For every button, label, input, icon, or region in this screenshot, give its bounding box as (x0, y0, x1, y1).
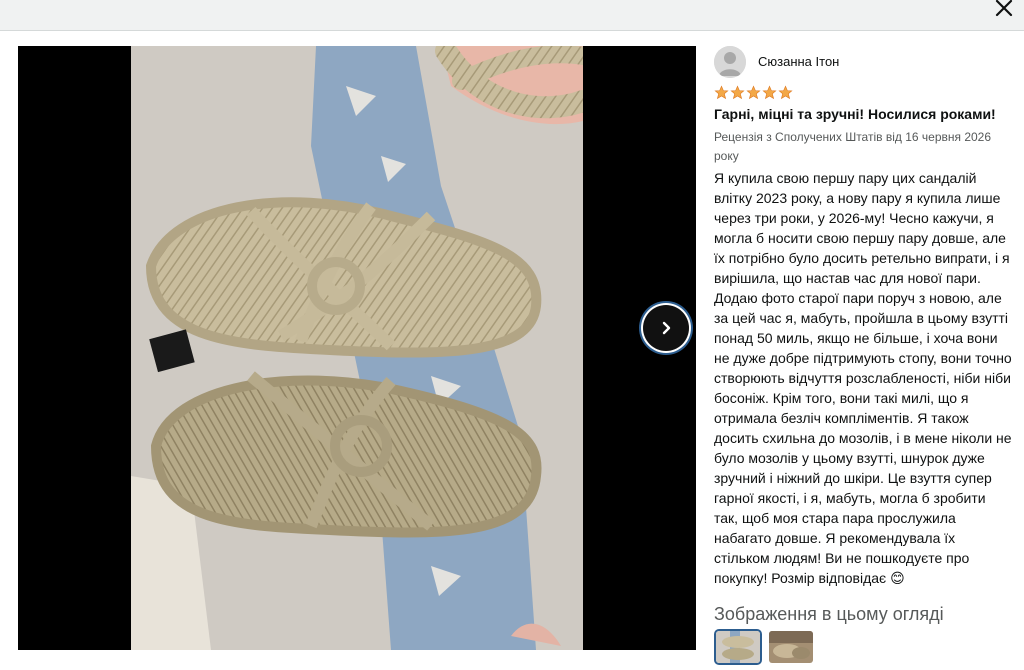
modal-header (0, 0, 1024, 31)
close-icon[interactable] (992, 0, 1016, 20)
chevron-right-icon (662, 321, 671, 335)
thumbnail-1[interactable] (716, 631, 760, 663)
star-icon (778, 85, 793, 100)
image-viewer (18, 46, 696, 650)
user-avatar-icon (714, 46, 746, 78)
review-photo[interactable] (131, 46, 583, 650)
star-icon (714, 85, 729, 100)
review-meta: Рецензія з Сполучених Штатів від 16 черв… (714, 130, 992, 163)
avatar (714, 46, 746, 78)
thumbnail-2[interactable] (769, 631, 813, 663)
review-title: Гарні, міцні та зручні! Носилися роками! (714, 106, 996, 122)
star-rating (714, 85, 793, 101)
review-body: Я купила свою першу пару цих сандалій вл… (714, 170, 1012, 586)
reviewer-name[interactable]: Сюзанна Ітон (758, 54, 839, 69)
images-heading: Зображення в цьому огляді (714, 604, 944, 624)
next-image-button[interactable] (643, 305, 689, 351)
star-icon (730, 85, 745, 100)
star-icon (746, 85, 761, 100)
star-icon (762, 85, 777, 100)
